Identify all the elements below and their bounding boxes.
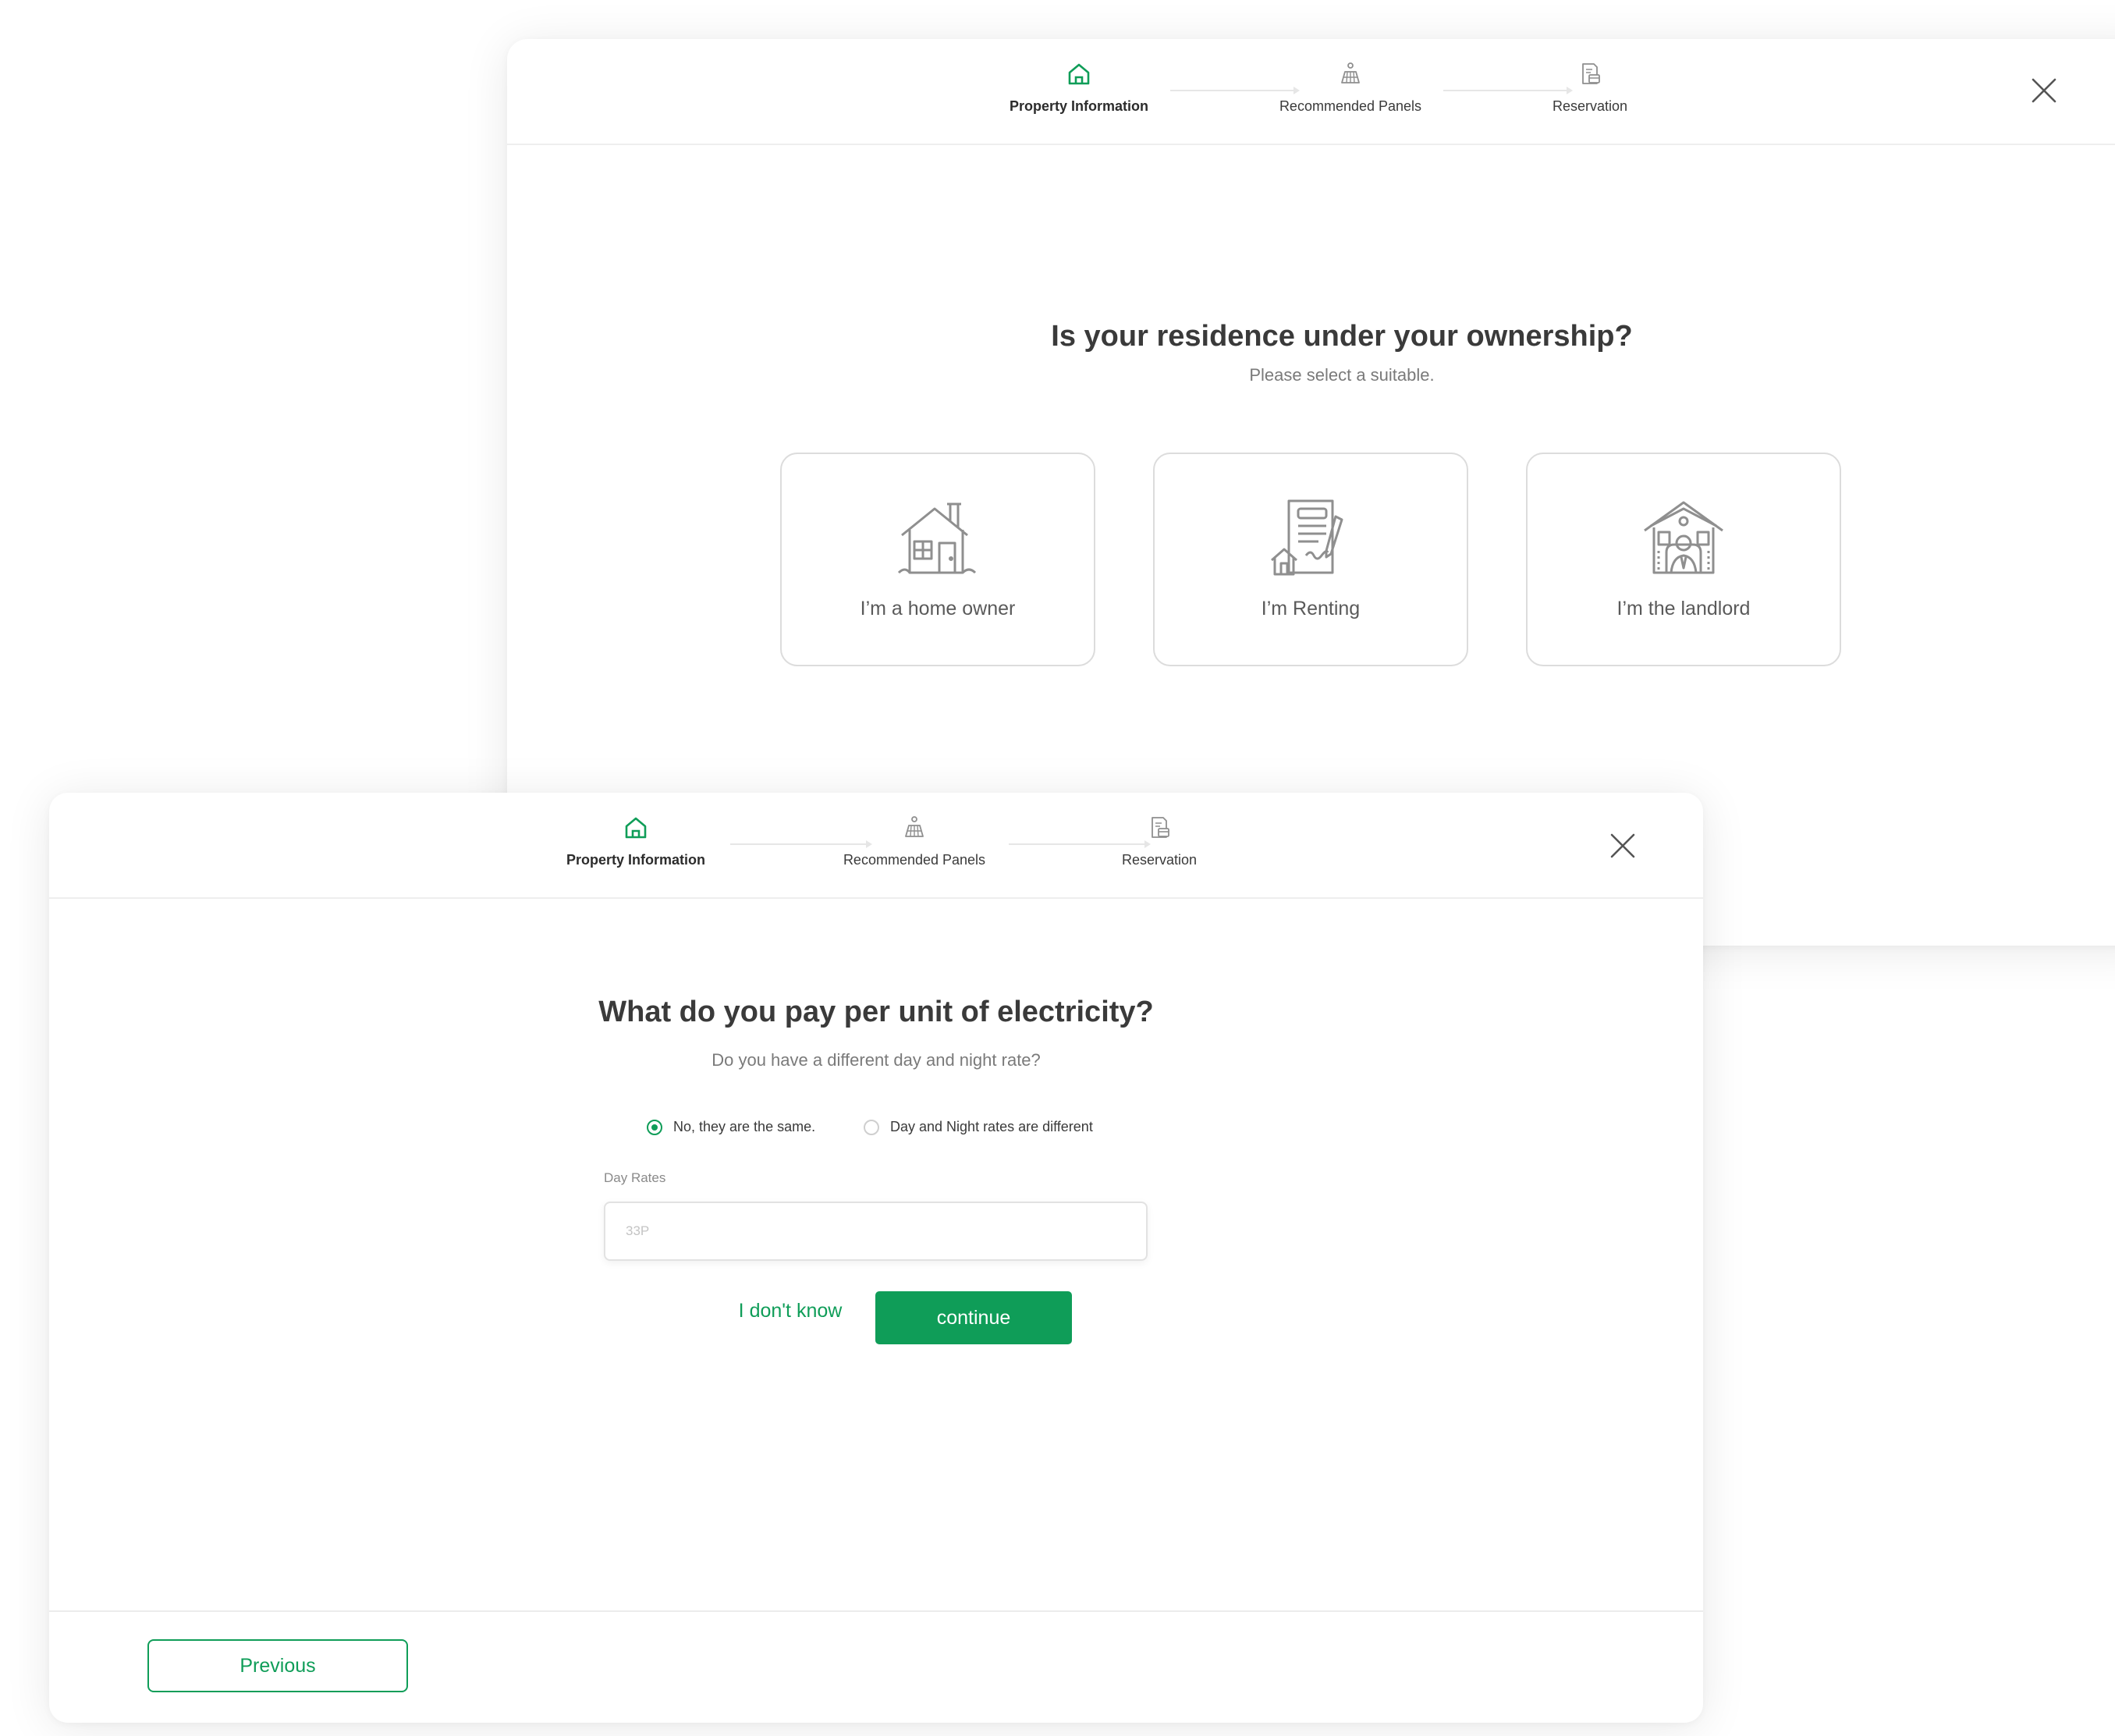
step-label: Reservation xyxy=(1552,98,1628,114)
step-property-information[interactable]: Property Information xyxy=(970,61,1188,115)
day-rates-label: Day Rates xyxy=(604,1170,666,1185)
radio-button-checked[interactable] xyxy=(647,1119,662,1135)
step-label: Property Information xyxy=(1009,98,1148,114)
solar-panel-icon xyxy=(905,816,924,837)
step-reservation[interactable]: Reservation xyxy=(1050,815,1269,868)
radio-label: No, they are the same. xyxy=(673,1119,816,1134)
rental-contract-icon xyxy=(1271,499,1343,576)
step-recommended-panels[interactable]: Recommended Panels xyxy=(1241,61,1460,115)
step-recommended-panels[interactable]: Recommended Panels xyxy=(805,815,1024,868)
home-icon xyxy=(1068,63,1090,85)
landlord-icon xyxy=(1644,501,1723,574)
question-subtitle: Please select a suitable. xyxy=(1249,365,1435,385)
home-icon xyxy=(625,817,647,839)
house-icon xyxy=(897,502,977,574)
previous-button[interactable]: Previous xyxy=(147,1639,408,1692)
reservation-icon xyxy=(1582,63,1600,84)
option-label: I’m a home owner xyxy=(860,598,1016,619)
question-title: What do you pay per unit of electricity? xyxy=(598,996,1154,1028)
solar-panel-icon xyxy=(1341,62,1360,83)
radio-same-rate[interactable]: No, they are the same. xyxy=(647,1119,815,1135)
close-icon[interactable] xyxy=(2030,76,2058,105)
radio-label: Day and Night rates are different xyxy=(890,1119,1093,1134)
day-rates-input[interactable] xyxy=(604,1202,1148,1261)
dont-know-button[interactable]: I don't know xyxy=(712,1284,868,1337)
question-subtitle: Do you have a different day and night ra… xyxy=(712,1050,1041,1070)
step-label: Reservation xyxy=(1121,852,1198,868)
step-reservation[interactable]: Reservation xyxy=(1481,61,1699,115)
progress-stepper: Property Information Recommended Panels … xyxy=(507,39,2115,145)
reservation-icon xyxy=(1152,817,1169,838)
electricity-rate-dialog: Property Information Recommended Panels … xyxy=(49,793,1703,1723)
continue-button[interactable]: continue xyxy=(875,1291,1072,1344)
question-title: Is your residence under your ownership? xyxy=(1051,320,1633,353)
option-landlord[interactable]: I’m the landlord xyxy=(1526,453,1841,666)
progress-stepper: Property Information Recommended Panels … xyxy=(49,793,1703,899)
radio-different-rates[interactable]: Day and Night rates are different xyxy=(864,1119,1093,1135)
footer-divider xyxy=(49,1610,1703,1612)
step-label: Recommended Panels xyxy=(843,852,986,868)
option-home-owner[interactable]: I’m a home owner xyxy=(780,453,1095,666)
step-label: Recommended Panels xyxy=(1279,98,1422,114)
step-property-information[interactable]: Property Information xyxy=(527,815,745,868)
option-label: I’m the landlord xyxy=(1616,598,1751,619)
close-icon[interactable] xyxy=(1609,832,1637,860)
option-renting[interactable]: I’m Renting xyxy=(1153,453,1468,666)
radio-button[interactable] xyxy=(864,1119,879,1135)
option-label: I’m Renting xyxy=(1261,598,1361,619)
step-label: Property Information xyxy=(566,852,705,868)
